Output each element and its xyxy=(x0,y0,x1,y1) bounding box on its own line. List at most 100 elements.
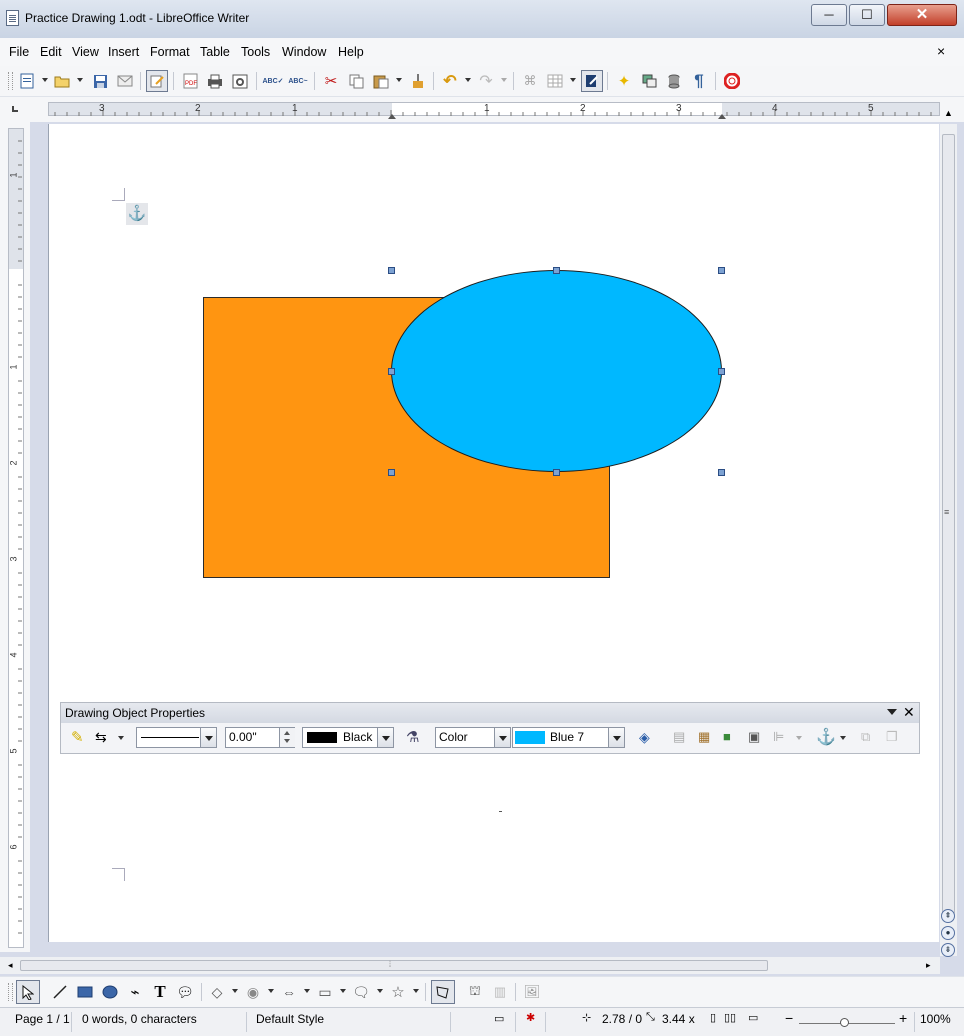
shadow-icon[interactable]: ◈ xyxy=(639,729,650,746)
menu-insert[interactable]: Insert xyxy=(108,45,139,59)
block-arrows-icon[interactable]: ⇔ xyxy=(279,982,299,1002)
rectangle-icon[interactable] xyxy=(75,982,95,1002)
ellipse-icon[interactable] xyxy=(100,982,120,1002)
basic-shapes-icon[interactable]: ◇ xyxy=(207,982,227,1002)
anchor-icon[interactable]: ⚓ xyxy=(816,727,836,747)
menu-tools[interactable]: Tools xyxy=(241,45,270,59)
flowchart-dropdown-icon[interactable] xyxy=(340,989,346,993)
insert-mode-icon[interactable]: ▭ xyxy=(494,1012,504,1025)
extrusion-icon[interactable]: ▥ xyxy=(490,982,510,1002)
navigator-icon[interactable]: ✦ xyxy=(614,71,634,91)
area-style-select[interactable]: Color xyxy=(435,727,511,748)
flowchart-icon[interactable]: ▭ xyxy=(315,982,335,1002)
open-icon[interactable] xyxy=(52,71,72,91)
previous-page-icon[interactable]: ⇞ xyxy=(941,909,955,923)
toolbar-options-icon[interactable] xyxy=(887,709,897,715)
blue-ellipse-shape[interactable] xyxy=(391,270,722,472)
close-document-icon[interactable]: × xyxy=(937,43,945,59)
vertical-scrollbar[interactable]: ≡ xyxy=(940,124,957,956)
anchor-dropdown-icon[interactable] xyxy=(840,736,846,740)
redo-icon[interactable]: ↷ xyxy=(476,71,496,91)
multi-page-view-icon[interactable]: ▯▯ xyxy=(724,1011,736,1024)
single-page-view-icon[interactable]: ▯ xyxy=(710,1011,716,1024)
alignment-dropdown-icon[interactable] xyxy=(796,736,802,740)
group-icon[interactable]: ⧉ xyxy=(861,729,870,745)
table-dropdown-icon[interactable] xyxy=(570,78,576,82)
arrow-style-icon[interactable]: ⇆ xyxy=(95,729,107,746)
new-icon[interactable] xyxy=(17,71,37,91)
basic-shapes-dropdown-icon[interactable] xyxy=(232,989,238,993)
line-width-field[interactable]: 0.00" xyxy=(225,727,295,748)
bring-to-front-icon[interactable]: ■ xyxy=(723,729,731,744)
vertical-ruler[interactable]: 1 1 2 3 4 5 6 xyxy=(0,122,30,952)
book-view-icon[interactable]: ▭ xyxy=(748,1011,758,1024)
enter-group-icon[interactable]: ❐ xyxy=(886,729,898,745)
right-indent-marker[interactable] xyxy=(718,114,726,119)
horizontal-ruler[interactable]: 3 2 1 1 2 3 4 5 xyxy=(0,97,964,122)
selection-handle[interactable] xyxy=(718,368,725,375)
left-indent-marker[interactable] xyxy=(388,114,396,119)
copy-icon[interactable] xyxy=(346,71,366,91)
word-count[interactable]: 0 words, 0 characters xyxy=(82,1012,197,1026)
send-to-back-icon[interactable]: ▣ xyxy=(748,729,760,745)
redo-dropdown-icon[interactable] xyxy=(501,78,507,82)
callouts-dropdown-icon[interactable] xyxy=(377,989,383,993)
menu-file[interactable]: File xyxy=(9,45,29,59)
wrap-off-icon[interactable]: ▤ xyxy=(673,729,685,745)
menu-edit[interactable]: Edit xyxy=(40,45,62,59)
chevron-down-icon[interactable] xyxy=(377,728,393,747)
alignment-icon[interactable]: ⊫ xyxy=(773,729,784,745)
print-icon[interactable] xyxy=(205,71,225,91)
selection-handle[interactable] xyxy=(553,469,560,476)
selection-handle[interactable] xyxy=(553,267,560,274)
selection-handle[interactable] xyxy=(718,469,725,476)
horizontal-scrollbar[interactable]: ◂ ⦙ ▸ xyxy=(0,957,940,974)
table-icon[interactable] xyxy=(545,71,565,91)
paste-icon[interactable] xyxy=(371,71,391,91)
area-fill-icon[interactable]: ⚗ xyxy=(406,728,419,746)
scroll-left-arrow-icon[interactable]: ◂ xyxy=(8,960,13,971)
navigation-icon[interactable]: ● xyxy=(941,926,955,940)
horizontal-scroll-thumb[interactable] xyxy=(20,960,768,971)
points-icon[interactable] xyxy=(431,980,455,1004)
spellcheck-icon[interactable]: ABC✓ xyxy=(262,71,283,91)
hyperlink-icon[interactable]: ⌘ xyxy=(520,71,540,91)
block-arrows-dropdown-icon[interactable] xyxy=(304,989,310,993)
toolbar-grip[interactable] xyxy=(8,983,13,1001)
scroll-right-arrow-icon[interactable]: ▸ xyxy=(926,960,931,971)
zoom-level[interactable]: 100% xyxy=(920,1012,951,1026)
show-draw-functions-icon[interactable] xyxy=(581,70,603,92)
select-icon[interactable] xyxy=(16,980,40,1004)
undo-icon[interactable]: ↶ xyxy=(440,71,460,91)
selection-handle[interactable] xyxy=(388,368,395,375)
zoom-out-icon[interactable]: − xyxy=(785,1010,793,1026)
zoom-slider-handle[interactable] xyxy=(840,1018,849,1027)
maximize-button[interactable]: ☐ xyxy=(849,4,885,26)
symbol-shapes-icon[interactable]: ◉ xyxy=(243,982,263,1002)
selection-handle[interactable] xyxy=(388,469,395,476)
toolbar-close-icon[interactable]: ✕ xyxy=(903,704,915,721)
chevron-down-icon[interactable] xyxy=(608,728,624,747)
symbol-shapes-dropdown-icon[interactable] xyxy=(268,989,274,993)
autospell-icon[interactable]: ABC~ xyxy=(288,71,308,91)
next-page-icon[interactable]: ⇟ xyxy=(941,943,955,957)
paste-dropdown-icon[interactable] xyxy=(396,78,402,82)
selection-handle[interactable] xyxy=(388,267,395,274)
arrow-style-dropdown-icon[interactable] xyxy=(118,736,124,740)
new-dropdown-icon[interactable] xyxy=(42,78,48,82)
spin-down-icon[interactable] xyxy=(284,739,290,743)
menu-window[interactable]: Window xyxy=(282,45,326,59)
line-width-spinner[interactable] xyxy=(279,728,295,747)
save-icon[interactable] xyxy=(90,71,110,91)
scroll-up-arrow-icon[interactable]: ▲ xyxy=(944,108,953,118)
undo-dropdown-icon[interactable] xyxy=(465,78,471,82)
vertical-scroll-thumb[interactable] xyxy=(942,134,955,914)
callout-icon[interactable]: 💬︎ xyxy=(175,982,195,1002)
line-icon[interactable] xyxy=(50,982,70,1002)
selection-handle[interactable] xyxy=(718,267,725,274)
print-preview-icon[interactable] xyxy=(230,71,250,91)
anchor-icon[interactable]: ⚓ xyxy=(126,203,148,225)
tab-stop-selector[interactable] xyxy=(12,106,18,112)
email-icon[interactable] xyxy=(115,71,135,91)
stars-icon[interactable]: ☆ xyxy=(388,982,408,1002)
